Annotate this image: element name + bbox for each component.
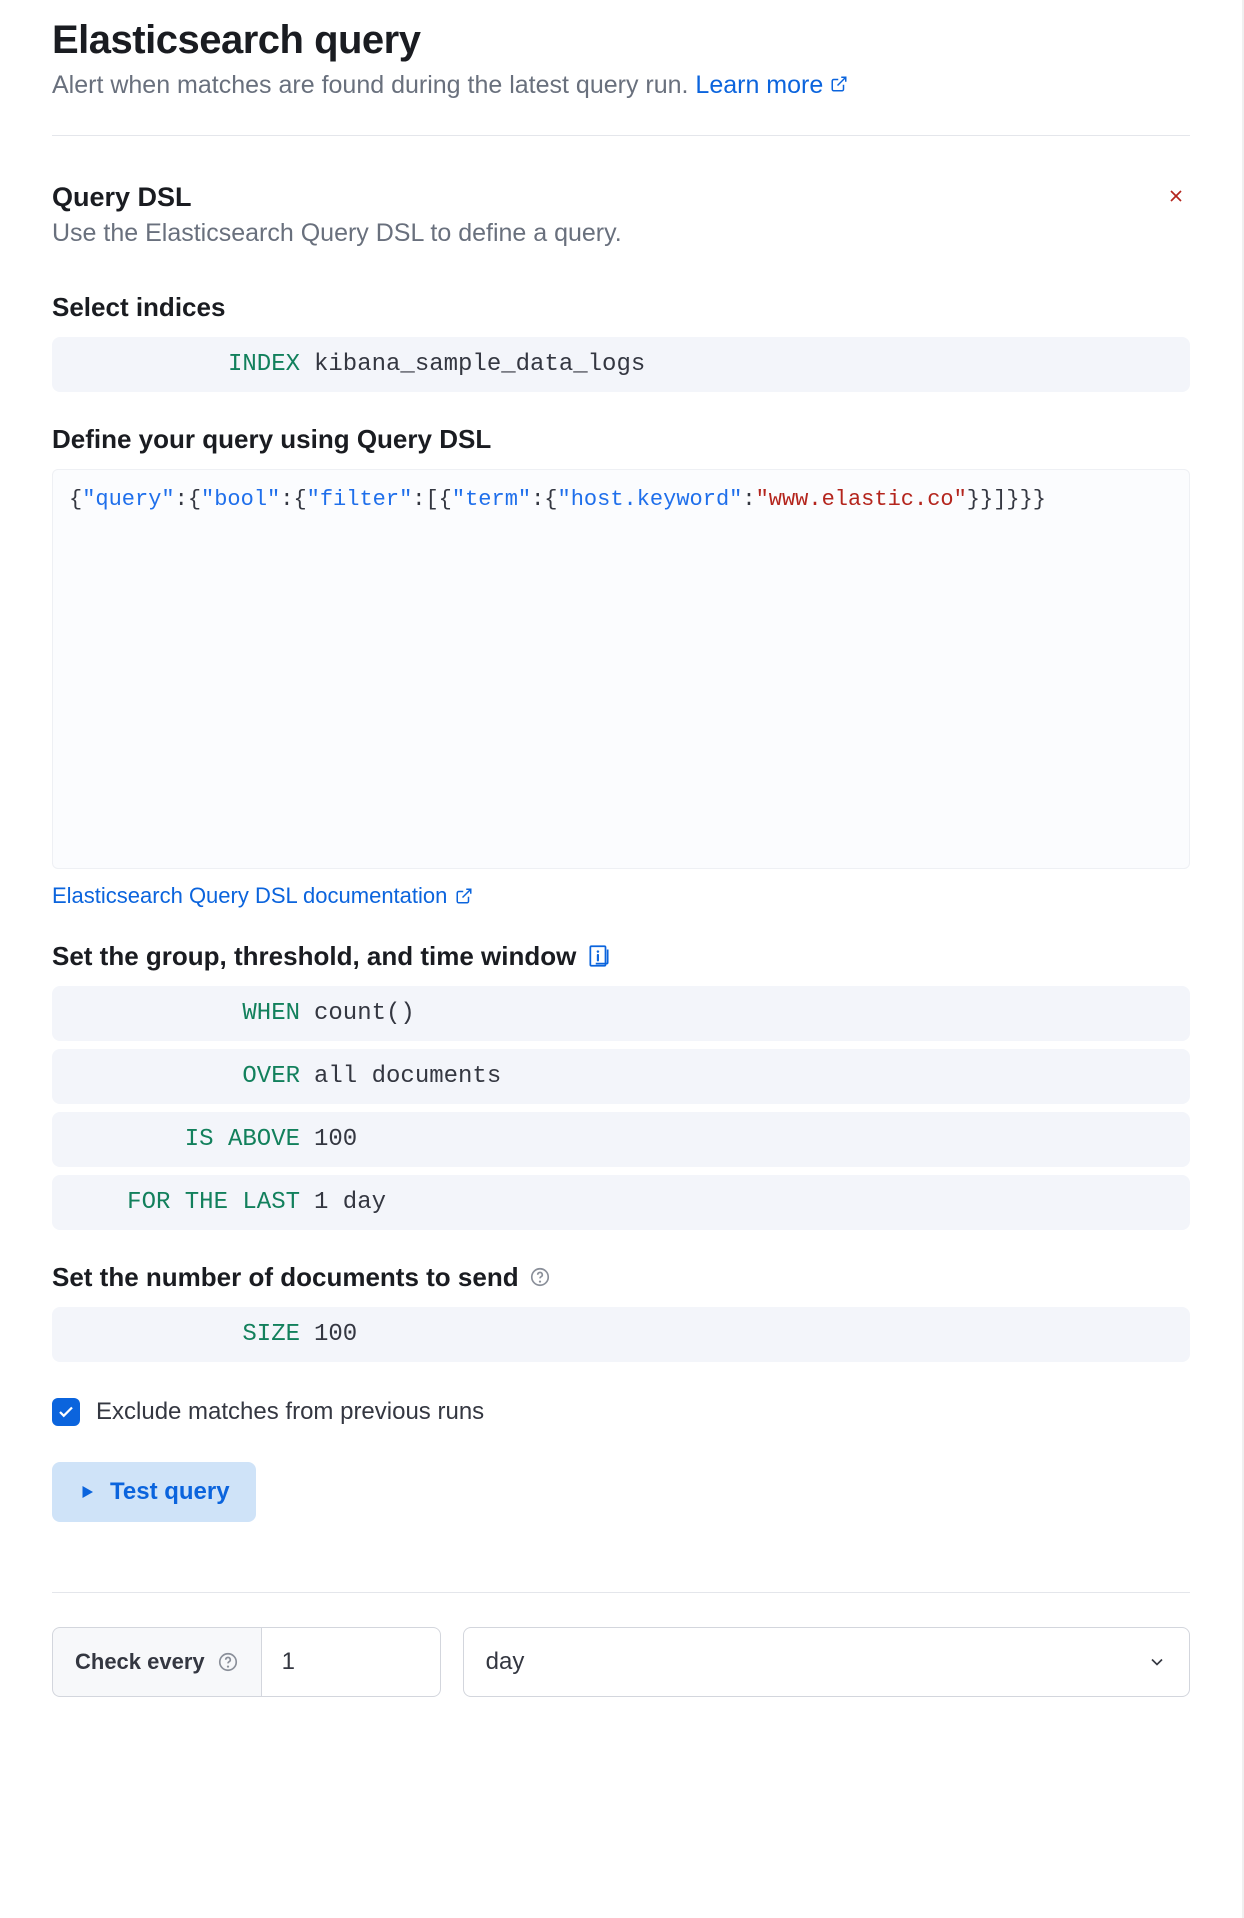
play-icon [78, 1483, 96, 1501]
threshold-expression[interactable]: FOR THE LAST 1 day [52, 1175, 1190, 1230]
exclude-label: Exclude matches from previous runs [96, 1398, 484, 1426]
test-query-button[interactable]: Test query [52, 1462, 256, 1522]
threshold-value: count() [314, 1000, 415, 1027]
divider [52, 1592, 1190, 1593]
threshold-value: 100 [314, 1126, 357, 1153]
threshold-heading: Set the group, threshold, and time windo… [52, 941, 1190, 972]
form-scroll-area[interactable]: Elasticsearch query Alert when matches a… [0, 0, 1242, 1918]
size-value: 100 [314, 1321, 357, 1348]
threshold-value: all documents [314, 1063, 501, 1090]
divider [52, 135, 1190, 136]
size-heading: Set the number of documents to send [52, 1262, 1190, 1293]
check-every-value-input[interactable] [261, 1627, 441, 1697]
threshold-keyword: FOR THE LAST [70, 1189, 300, 1216]
page-subtitle-text: Alert when matches are found during the … [52, 71, 695, 99]
page-title: Elasticsearch query [52, 18, 1190, 63]
index-keyword: INDEX [70, 351, 300, 378]
threshold-keyword: IS ABOVE [70, 1126, 300, 1153]
check-icon [57, 1403, 75, 1421]
select-indices-heading: Select indices [52, 292, 1190, 323]
index-expression[interactable]: INDEX kibana_sample_data_logs [52, 337, 1190, 392]
exclude-checkbox[interactable] [52, 1398, 80, 1426]
page-subtitle: Alert when matches are found during the … [52, 69, 1190, 103]
chevron-down-icon [1147, 1652, 1167, 1672]
check-every-help-icon[interactable] [217, 1651, 239, 1673]
query-dsl-doc-link[interactable]: Elasticsearch Query DSL documentation [52, 883, 473, 909]
check-every-label: Check every [52, 1627, 261, 1697]
close-button[interactable] [1162, 182, 1190, 213]
threshold-value: 1 day [314, 1189, 386, 1216]
threshold-keyword: OVER [70, 1063, 300, 1090]
close-icon [1166, 186, 1186, 206]
size-expression[interactable]: SIZE 100 [52, 1307, 1190, 1362]
size-help-icon[interactable] [529, 1266, 551, 1288]
index-value: kibana_sample_data_logs [314, 351, 645, 378]
external-link-icon [830, 75, 848, 93]
size-keyword: SIZE [70, 1321, 300, 1348]
threshold-expression[interactable]: IS ABOVE 100 [52, 1112, 1190, 1167]
threshold-info-icon[interactable] [586, 943, 612, 969]
query-dsl-editor[interactable]: {"query":{"bool":{"filter":[{"term":{"ho… [52, 469, 1190, 869]
threshold-keyword: WHEN [70, 1000, 300, 1027]
external-link-icon [455, 887, 473, 905]
learn-more-link[interactable]: Learn more [695, 71, 848, 99]
query-dsl-title: Query DSL [52, 182, 622, 213]
check-every-unit-select[interactable]: day [463, 1627, 1190, 1697]
define-query-heading: Define your query using Query DSL [52, 424, 1190, 455]
query-dsl-subtitle: Use the Elasticsearch Query DSL to defin… [52, 219, 622, 248]
threshold-expression[interactable]: WHEN count() [52, 986, 1190, 1041]
threshold-expression[interactable]: OVER all documents [52, 1049, 1190, 1104]
